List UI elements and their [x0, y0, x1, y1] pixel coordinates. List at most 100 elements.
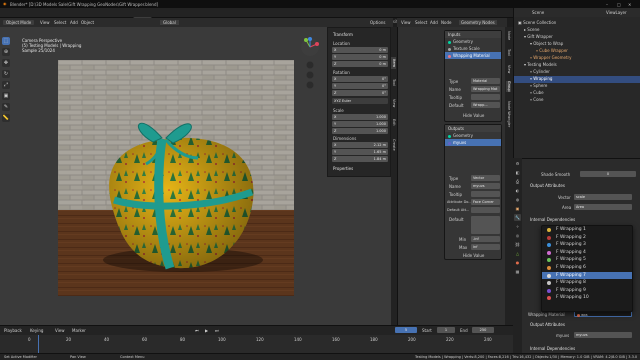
output-type-field[interactable]: Vector [471, 175, 500, 181]
shade-smooth-field[interactable]: 0 [580, 171, 636, 177]
material-properties-icon[interactable]: ● [514, 259, 521, 266]
node-sidebar-tab-node-wrangler[interactable]: Node Wrangler [506, 101, 511, 127]
output-default-field[interactable] [471, 216, 500, 234]
modifier-properties-icon[interactable]: 🔧 [514, 214, 521, 221]
options-dropdown[interactable]: Options [370, 20, 385, 25]
output-attributes-header[interactable]: Output Attributes [530, 183, 565, 188]
node-tree-selector[interactable]: Geometry Nodes [459, 20, 497, 25]
vector-field[interactable]: scale [574, 194, 632, 200]
outliner-row-scene[interactable]: ▸ Scene [514, 27, 640, 34]
outputs-header[interactable]: Outputs [445, 125, 501, 132]
minimize-button[interactable]: – [606, 2, 608, 7]
outliner-row-wrapping[interactable]: ▿ Wrapping [514, 76, 640, 83]
sidebar-tab-edit[interactable]: Edit [391, 119, 396, 126]
input-tooltip-field[interactable] [471, 94, 500, 100]
timeline-menu-playback[interactable]: Playback [4, 328, 22, 333]
data-properties-icon[interactable]: △ [514, 250, 521, 257]
output-name-field[interactable]: myuvs [471, 183, 500, 189]
input-hide-value-checkbox[interactable]: Hide Value [463, 113, 484, 118]
output-default-attr-field[interactable] [471, 207, 500, 213]
render-properties-icon[interactable]: ◧ [514, 169, 521, 176]
input-type-field[interactable]: Material [471, 78, 500, 84]
input-default-field[interactable]: Wrapp... [471, 102, 500, 108]
current-frame-field[interactable]: 5 [395, 327, 417, 333]
dropdown-item[interactable]: F Wrapping 1 [542, 226, 632, 234]
maximize-button[interactable]: □ [617, 2, 621, 7]
output-attributes-header-2[interactable]: Output Attributes [530, 322, 565, 327]
timeline-menu-keying[interactable]: Keying [30, 328, 43, 333]
outliner-row-gift-wrapper[interactable]: ▾ Gift Wrapper [514, 34, 640, 41]
input-geometry[interactable]: Geometry [445, 38, 501, 45]
input-texture-scale[interactable]: Texture Scale [445, 45, 501, 52]
node-sidebar-tab-group[interactable]: Group [506, 81, 511, 92]
timeline-menu-marker[interactable]: Marker [72, 328, 86, 333]
menu-select[interactable]: Select [54, 20, 66, 25]
dimensions-y-field[interactable]: Y 1.65 m [332, 149, 388, 155]
menu-object[interactable]: Object [81, 20, 94, 25]
node-menu-add[interactable]: Add [430, 20, 438, 25]
mode-selector[interactable]: Object Mode [3, 20, 35, 25]
output-max-field[interactable]: inf [471, 244, 500, 250]
navigation-gizmo[interactable] [295, 35, 325, 95]
outliner-viewlayer-label[interactable]: ViewLayer [606, 10, 627, 15]
dropdown-item[interactable]: F Wrapping 10 [542, 294, 632, 302]
location-z-field[interactable]: Z 0 m [332, 61, 388, 67]
dropdown-item[interactable]: F Wrapping 8 [542, 279, 632, 287]
menu-view[interactable]: View [40, 20, 50, 25]
annotate-tool-icon[interactable]: ✎ [2, 103, 10, 111]
dropdown-item[interactable]: F Wrapping 4 [542, 249, 632, 257]
playhead[interactable] [38, 335, 39, 354]
output-attribute-domain-field[interactable]: Face Corner [471, 199, 500, 205]
location-y-field[interactable]: Y 0 m [332, 54, 388, 60]
tool-properties-icon[interactable]: ⚙ [514, 160, 521, 167]
outliner-row-cone[interactable]: ▿ Cone [514, 97, 640, 104]
location-x-field[interactable]: X 0 m [332, 47, 388, 53]
timeline-track[interactable]: 0 20 40 60 80 100 120 140 160 180 200 22… [0, 335, 513, 354]
sidebar-tab-item[interactable]: Item [391, 57, 396, 69]
output-min-field[interactable]: -inf [471, 236, 500, 242]
input-wrapping-material[interactable]: Wrapping Material [445, 52, 501, 59]
timeline[interactable]: Playback Keying View Marker ⏮ ▶ ⏭ 5 Star… [0, 325, 513, 354]
output-myuvs[interactable]: myuvs [445, 139, 501, 146]
outliner-row-testing-models[interactable]: ▾ Testing Models [514, 62, 640, 69]
dropdown-item[interactable]: F Wrapping 5 [542, 256, 632, 264]
transform-header[interactable]: Transform [333, 32, 353, 37]
transform-orientation-dropdown[interactable]: Global [160, 20, 179, 25]
internal-dependencies-header[interactable]: Internal Dependencies [530, 217, 575, 222]
cursor-tool-icon[interactable]: ⊕ [2, 48, 10, 56]
outliner-row-object-to-wrap[interactable]: ▾ Object to Wrap [514, 41, 640, 48]
node-sidebar-tab-view[interactable]: View [506, 65, 511, 73]
world-properties-icon[interactable]: ◍ [514, 196, 521, 203]
jump-start-icon[interactable]: ⏮ [195, 328, 199, 333]
dropdown-item-selected[interactable]: F Wrapping 7 [542, 271, 632, 280]
rotate-tool-icon[interactable]: ↻ [2, 70, 10, 78]
output-tooltip-field[interactable] [471, 191, 500, 197]
constraints-properties-icon[interactable]: ⛓ [514, 241, 521, 248]
rotation-y-field[interactable]: Y 0° [332, 83, 388, 89]
close-button[interactable]: ✕ [628, 2, 631, 7]
timeline-menu-view[interactable]: View [55, 328, 65, 333]
select-tool-icon[interactable]: ⬚ [2, 37, 10, 45]
internal-dependencies-header-2[interactable]: Internal Dependencies [530, 346, 575, 351]
outliner-row-cylinder[interactable]: ▿ Cylinder [514, 69, 640, 76]
menu-add[interactable]: Add [70, 20, 78, 25]
output-hide-value-checkbox[interactable]: Hide Value [463, 253, 484, 258]
outliner-row-sphere[interactable]: ▿ Sphere [514, 83, 640, 90]
scale-x-field[interactable]: X 1.000 [332, 114, 388, 120]
object-properties-icon[interactable]: ▣ [514, 205, 521, 212]
outliner-row-wrapper-geometry[interactable]: ▿ Wrapper Geometry [514, 55, 640, 62]
dropdown-item[interactable]: F Wrapping 2 [542, 234, 632, 242]
transform-tool-icon[interactable]: ▣ [2, 92, 10, 100]
node-sidebar-tab-node[interactable]: Node [506, 31, 511, 40]
node-menu-select[interactable]: Select [415, 20, 427, 25]
jump-end-icon[interactable]: ⏭ [215, 328, 219, 333]
move-tool-icon[interactable]: ✥ [2, 59, 10, 67]
output-properties-icon[interactable]: ⎙ [514, 178, 521, 185]
dimensions-z-field[interactable]: Z 1.84 m [332, 156, 388, 162]
outliner-row-scene-collection[interactable]: ▣ Scene Collection [514, 20, 640, 27]
dropdown-item[interactable]: F Wrapping 9 [542, 287, 632, 295]
texture-properties-icon[interactable]: ▦ [514, 268, 521, 275]
output-geometry[interactable]: Geometry [445, 132, 501, 139]
scale-z-field[interactable]: Z 1.000 [332, 128, 388, 134]
outliner-row-cube-wrapper[interactable]: ▿ Cube Wrapper [514, 48, 640, 55]
